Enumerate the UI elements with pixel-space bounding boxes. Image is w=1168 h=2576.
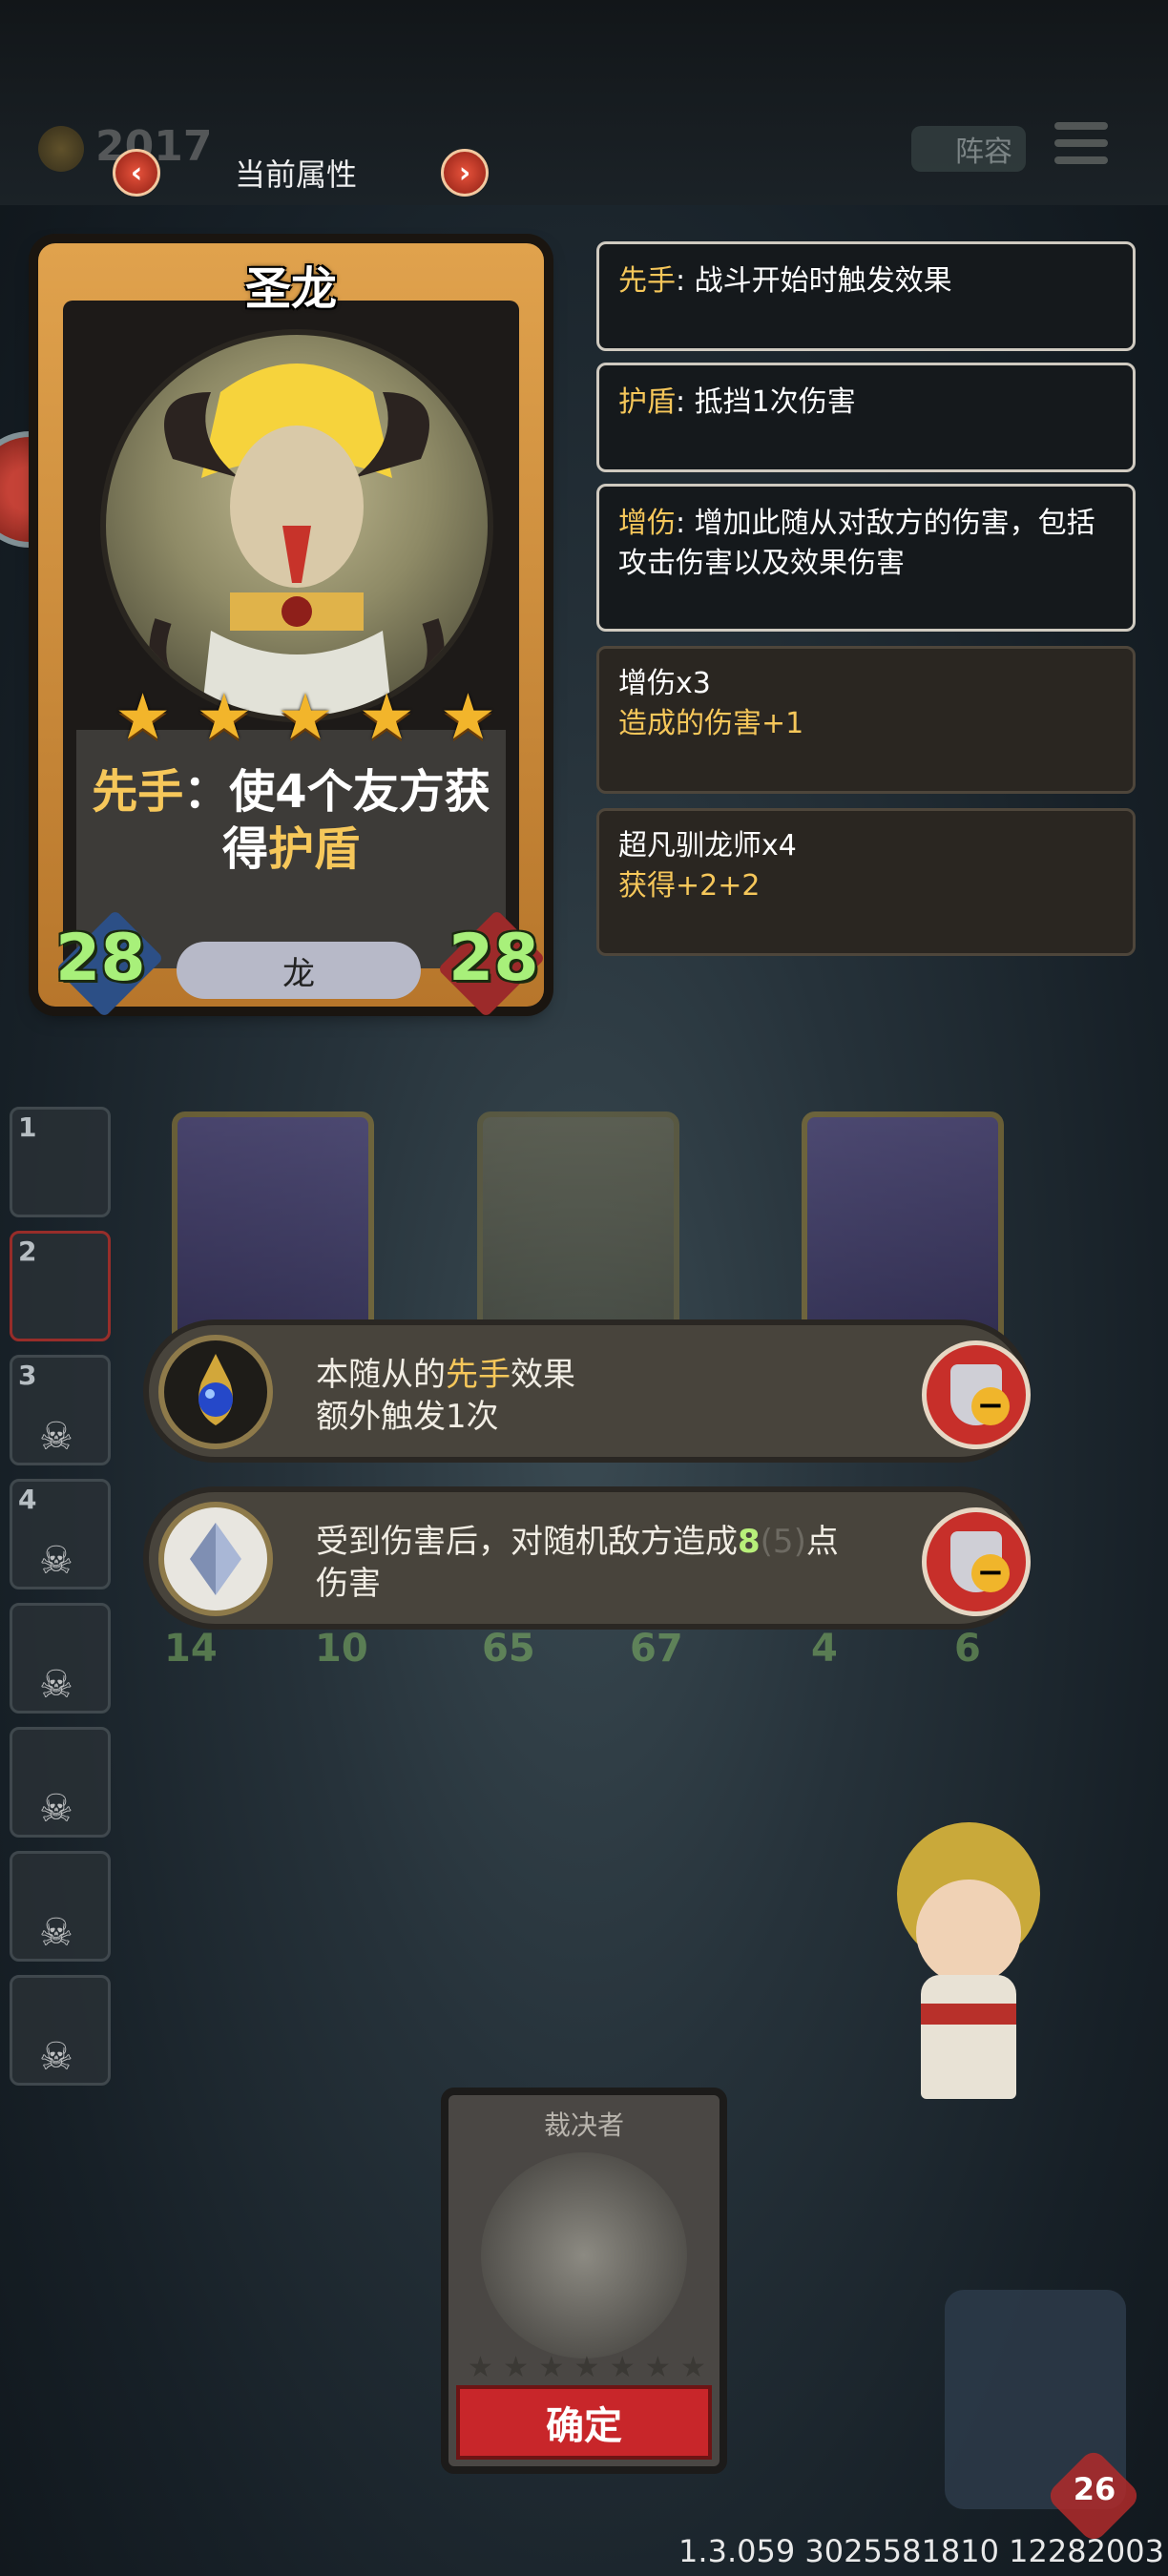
keyword-panel-shield: 护盾: 抵挡1次伤害: [596, 363, 1136, 472]
lineup-button[interactable]: 阵容: [911, 126, 1026, 172]
health-value: 28: [448, 921, 539, 996]
prev-button[interactable]: ‹: [113, 149, 160, 197]
bonus-panel-dragon-tamer: 超凡驯龙师x4 获得+2+2: [596, 808, 1136, 956]
card-name: 圣龙: [244, 262, 337, 316]
sidebar-slot-6[interactable]: ☠: [10, 1727, 111, 1838]
crystal-icon: [158, 1502, 273, 1616]
sidebar-slot-2[interactable]: 2: [10, 1231, 111, 1341]
remove-effect-button-2[interactable]: −: [922, 1507, 1031, 1616]
coin-icon: [38, 126, 84, 172]
sidebar-slot-7[interactable]: ☠: [10, 1851, 111, 1962]
skull-icon: ☠: [39, 2035, 73, 2079]
star-icon: ★: [644, 2351, 671, 2384]
chevron-right-icon: ›: [458, 156, 471, 190]
sidebar-slot-4[interactable]: 4 ☠: [10, 1479, 111, 1589]
effect-row-2: 受到伤害后，对随机敌方造成8(5)点 伤害 −: [143, 1486, 1031, 1630]
skull-icon: ☠: [39, 1539, 73, 1583]
page-title: 当前属性: [234, 156, 357, 193]
star-icon: ★: [277, 680, 334, 754]
sidebar-slot-5[interactable]: ☠: [10, 1603, 111, 1714]
star-icon: ★: [196, 680, 253, 754]
skull-icon: ☠: [39, 1415, 73, 1459]
sidebar-slot-3[interactable]: 3 ☠: [10, 1355, 111, 1465]
star-icon: ★: [468, 2351, 493, 2384]
dragon-illustration: [149, 364, 445, 717]
effect-row-1: 本随从的先手效果 额外触发1次 −: [143, 1319, 1031, 1463]
keyword-panel-damage-boost: 增伤: 增加此随从对敌方的伤害，包括攻击伤害以及效果伤害: [596, 484, 1136, 632]
star-icon: ★: [680, 2351, 706, 2384]
skull-icon: ☠: [39, 1663, 73, 1707]
star-icon: ★: [503, 2351, 530, 2384]
knight-portrait: [481, 2152, 687, 2358]
star-icon: ★: [439, 680, 496, 754]
remove-effect-button-1[interactable]: −: [922, 1340, 1031, 1449]
skull-icon: ☠: [39, 1911, 73, 1955]
hero-character: [840, 1803, 1088, 2109]
star-rating: ★ ★ ★ ★ ★: [115, 684, 496, 751]
skull-icon: ☠: [39, 1787, 73, 1831]
lineup-label: 阵容: [955, 135, 1012, 169]
chevron-left-icon: ‹: [130, 156, 143, 190]
shield-icon: −: [950, 1531, 1010, 1592]
ability-text: 先手：使4个友方获得护盾: [92, 765, 490, 876]
bonus-panel-damage: 增伤x3 造成的伤害+1: [596, 646, 1136, 794]
star-icon: ★: [574, 2351, 600, 2384]
version-label: 1.3.059 3025581810 12282003: [678, 2533, 1164, 2569]
star-icon: ★: [115, 680, 172, 754]
player-health: 26: [1073, 2471, 1116, 2507]
next-button[interactable]: ›: [441, 149, 489, 197]
board-minion-1-health: 10: [315, 1627, 368, 1671]
star-icon: ★: [609, 2351, 636, 2384]
sidebar-slot-1[interactable]: 1: [10, 1107, 111, 1217]
board-minion-3-health: 6: [954, 1627, 981, 1671]
minion-card: 圣龙 ★ ★ ★ ★ ★ 先手：使4个友方获得护盾 28 28 龙: [38, 243, 546, 1018]
star-icon: ★: [358, 680, 415, 754]
board-minion-1-attack: 14: [164, 1627, 218, 1671]
effect-description-2: 受到伤害后，对随机敌方造成8(5)点 伤害: [316, 1523, 839, 1603]
minus-icon: −: [971, 1387, 1010, 1425]
selected-card-title: 裁决者: [543, 2109, 624, 2141]
keyword-panel-first-strike: 先手: 战斗开始时触发效果: [596, 241, 1136, 351]
dragon-portrait: [100, 329, 493, 722]
top-bar: [0, 0, 1168, 205]
effect-description-1: 本随从的先手效果 额外触发1次: [316, 1356, 575, 1436]
board-minion-3-attack: 4: [811, 1627, 838, 1671]
sidebar-slot-8[interactable]: ☠: [10, 1975, 111, 2086]
confirm-button[interactable]: 确定: [456, 2385, 712, 2460]
blue-orb-icon: [158, 1335, 273, 1449]
minus-icon: −: [971, 1554, 1010, 1592]
selected-card-stars: ★ ★ ★ ★ ★ ★ ★: [468, 2351, 706, 2384]
board-minion-2-attack: 65: [482, 1627, 535, 1671]
board-minion-2-health: 67: [630, 1627, 683, 1671]
menu-icon[interactable]: [1054, 122, 1108, 172]
tribe-label: 龙: [177, 942, 421, 999]
star-icon: ★: [538, 2351, 565, 2384]
attack-value: 28: [55, 921, 146, 996]
shield-icon: −: [950, 1364, 1010, 1425]
